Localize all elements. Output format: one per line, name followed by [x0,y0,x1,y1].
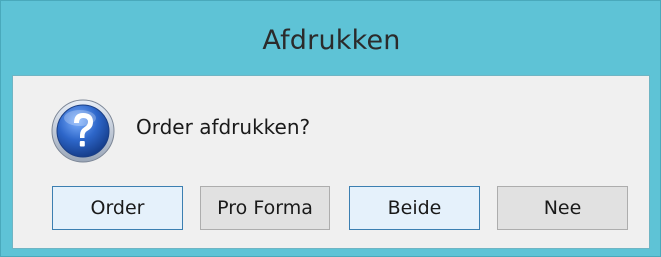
dialog-body: Order afdrukken? Order Pro Forma Beide N… [12,75,650,249]
window-title[interactable]: Afdrukken [1,1,661,67]
nee-button[interactable]: Nee [497,186,628,230]
order-button[interactable]: Order [52,186,183,230]
dialog-message: Order afdrukken? [136,115,311,139]
pro-forma-button[interactable]: Pro Forma [200,186,330,230]
beide-button[interactable]: Beide [349,186,480,230]
dialog-window: Afdrukken Order afdrukken? Order Pro For… [0,0,661,257]
question-icon [51,99,115,163]
